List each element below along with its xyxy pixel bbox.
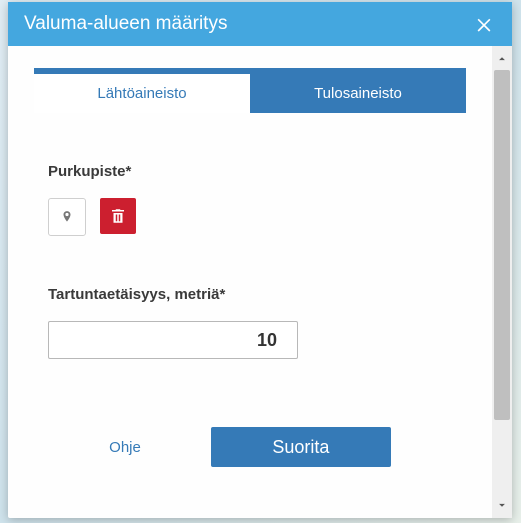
pick-point-button[interactable] [48, 198, 86, 236]
tab-result[interactable]: Tulosaineisto [250, 74, 466, 113]
purkupiste-controls [48, 198, 452, 236]
dialog-body: Lähtöaineisto Tulosaineisto Purkupiste* … [8, 46, 512, 518]
tab-source[interactable]: Lähtöaineisto [34, 74, 250, 113]
run-button-label: Suorita [272, 437, 329, 458]
close-button[interactable] [470, 10, 498, 38]
footer-row: Ohje Suorita [48, 427, 452, 467]
scroll-track[interactable] [492, 66, 512, 498]
content: Lähtöaineisto Tulosaineisto Purkupiste* … [8, 46, 492, 518]
scroll-thumb[interactable] [494, 70, 510, 420]
close-icon [474, 14, 494, 34]
tab-result-label: Tulosaineisto [314, 85, 402, 102]
trash-icon [109, 207, 127, 225]
chevron-down-icon[interactable] [495, 498, 509, 512]
chevron-up-icon[interactable] [495, 52, 509, 66]
scrollbar[interactable] [492, 46, 512, 518]
run-button[interactable]: Suorita [211, 427, 391, 467]
title-bar: Valuma-alueen määritys [8, 2, 512, 46]
distance-input[interactable] [48, 321, 298, 359]
tabs: Lähtöaineisto Tulosaineisto [34, 68, 466, 113]
distance-label: Tartuntaetäisyys, metriä* [48, 286, 452, 303]
dialog: Valuma-alueen määritys Lähtöaineisto Tul… [8, 2, 512, 518]
help-link[interactable]: Ohje [109, 439, 141, 456]
tab-source-label: Lähtöaineisto [97, 85, 186, 102]
marker-icon [60, 210, 74, 224]
form: Purkupiste* Tartuntaetäisyys, metriä* Oh… [34, 113, 466, 467]
purkupiste-label: Purkupiste* [48, 163, 452, 180]
delete-point-button[interactable] [100, 198, 136, 234]
dialog-title: Valuma-alueen määritys [24, 13, 227, 35]
